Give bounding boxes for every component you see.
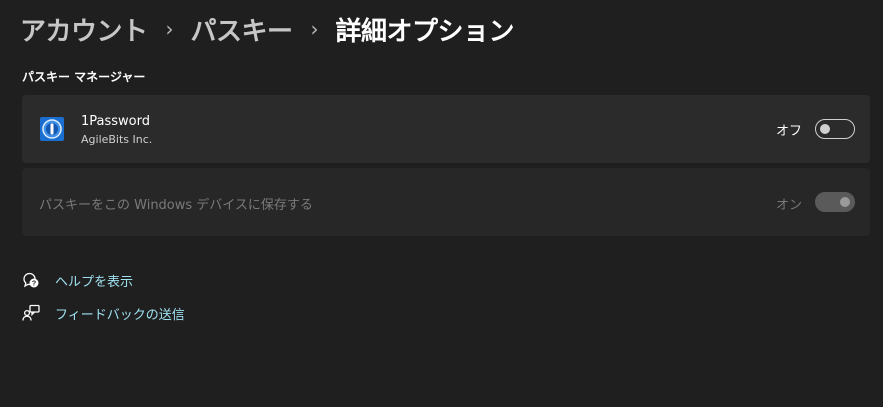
feedback-link-text[interactable]: フィードバックの送信 [55, 304, 185, 323]
help-link[interactable]: ? ヘルプを表示 [22, 270, 133, 290]
breadcrumb: アカウント › パスキー › 詳細オプション [20, 11, 515, 48]
provider-card-1password: 1Password AgileBits Inc. オフ [22, 95, 870, 163]
provider-toggle-switch[interactable] [815, 119, 855, 139]
toggle-knob [820, 124, 830, 134]
help-link-text[interactable]: ヘルプを表示 [55, 271, 133, 290]
help-icon: ? [22, 271, 40, 289]
breadcrumb-item-passkeys[interactable]: パスキー [191, 11, 294, 48]
toggle-knob [840, 197, 850, 207]
feedback-link[interactable]: フィードバックの送信 [22, 303, 185, 323]
svg-text:?: ? [32, 281, 36, 288]
toggle-state-label: オン [775, 198, 802, 213]
settings-page: アカウント › パスキー › 詳細オプション パスキー マネージャー 1Pass… [0, 0, 883, 407]
provider-name: 1Password [81, 114, 150, 129]
windows-save-label: パスキーをこの Windows デバイスに保存する [39, 198, 313, 213]
breadcrumb-separator: › [310, 17, 319, 41]
provider-vendor: AgileBits Inc. [81, 133, 153, 146]
windows-save-toggle-switch [815, 192, 855, 212]
breadcrumb-item-account[interactable]: アカウント [20, 11, 148, 48]
windows-save-card: パスキーをこの Windows デバイスに保存する オン [22, 168, 870, 236]
breadcrumb-separator: › [165, 17, 174, 41]
section-title-passkey-managers: パスキー マネージャー [22, 70, 146, 84]
page-title: 詳細オプション [335, 16, 515, 47]
toggle-state-label: オフ [775, 124, 802, 139]
1password-icon [40, 117, 64, 141]
feedback-icon [22, 304, 40, 322]
